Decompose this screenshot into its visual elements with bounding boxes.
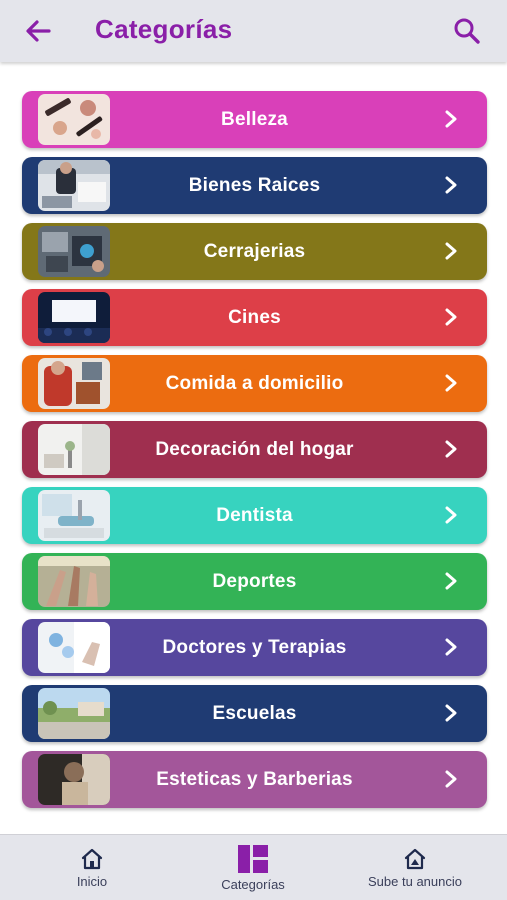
home-icon	[81, 848, 103, 869]
chevron-right-icon	[445, 440, 457, 458]
nav-item-inicio[interactable]: Inicio	[40, 835, 144, 900]
chevron-right-icon	[445, 506, 457, 524]
nav-item-categorias[interactable]: Categorías	[201, 835, 305, 900]
category-item-belleza[interactable]: Belleza	[22, 91, 487, 148]
category-item-doctores-y-terapias[interactable]: Doctores y Terapias	[22, 619, 487, 676]
app-bar: Categorías	[0, 0, 507, 62]
nav-label: Categorías	[221, 876, 285, 892]
grid-icon	[238, 844, 268, 873]
category-list: Belleza Bienes Raices Cerrajerias Cines …	[22, 91, 487, 817]
category-item-cines[interactable]: Cines	[22, 289, 487, 346]
cinema-photo	[38, 292, 110, 343]
locksmith-photo	[38, 226, 110, 277]
chevron-right-icon	[445, 308, 457, 326]
office-photo	[38, 160, 110, 211]
category-item-dentista[interactable]: Dentista	[22, 487, 487, 544]
chevron-right-icon	[445, 638, 457, 656]
chevron-right-icon	[445, 242, 457, 260]
category-item-esteticas-y-barberias[interactable]: Esteticas y Barberias	[22, 751, 487, 808]
category-item-deportes[interactable]: Deportes	[22, 553, 487, 610]
nav-label: Sube tu anuncio	[368, 873, 462, 889]
house-upload-icon	[404, 848, 426, 869]
barber-photo	[38, 754, 110, 805]
category-item-decoracion-del-hogar[interactable]: Decoración del hogar	[22, 421, 487, 478]
chevron-right-icon	[445, 176, 457, 194]
dental-photo	[38, 490, 110, 541]
doctor-photo	[38, 622, 110, 673]
search-button[interactable]	[451, 15, 483, 47]
chevron-right-icon	[445, 704, 457, 722]
school-photo	[38, 688, 110, 739]
back-button[interactable]	[22, 15, 54, 47]
chevron-right-icon	[445, 770, 457, 788]
interior-photo	[38, 424, 110, 475]
chevron-right-icon	[445, 572, 457, 590]
nav-item-sube-tu-anuncio[interactable]: Sube tu anuncio	[345, 835, 485, 900]
bottom-navigation: Inicio Categorías Sube tu anuncio	[0, 834, 507, 900]
nav-label: Inicio	[76, 873, 108, 889]
chevron-right-icon	[445, 374, 457, 392]
category-item-comida-a-domicilio[interactable]: Comida a domicilio	[22, 355, 487, 412]
delivery-photo	[38, 358, 110, 409]
arrow-left-icon	[26, 20, 51, 42]
chevron-right-icon	[445, 110, 457, 128]
category-item-escuelas[interactable]: Escuelas	[22, 685, 487, 742]
sports-photo	[38, 556, 110, 607]
makeup-photo	[38, 94, 110, 145]
category-item-cerrajerias[interactable]: Cerrajerias	[22, 223, 487, 280]
search-icon	[454, 18, 480, 44]
page-title: Categorías	[95, 14, 233, 44]
category-item-bienes-raices[interactable]: Bienes Raices	[22, 157, 487, 214]
